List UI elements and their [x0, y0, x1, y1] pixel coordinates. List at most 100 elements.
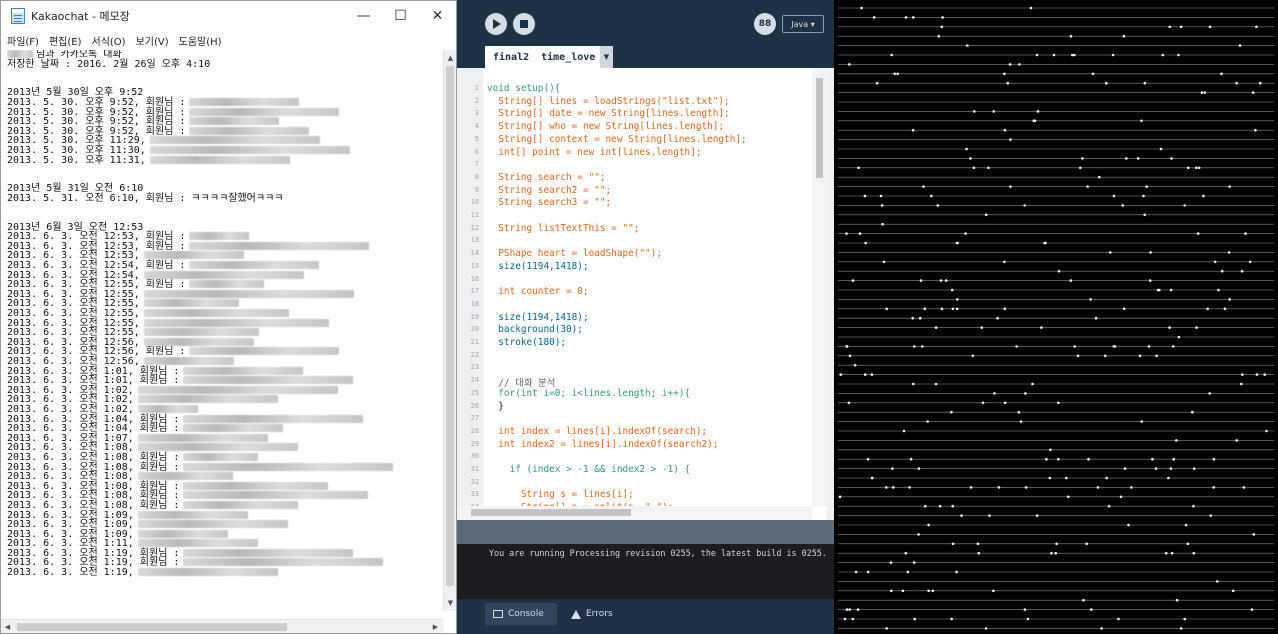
menu-edit[interactable]: 편집(E) — [49, 33, 82, 48]
line-number: 32 — [470, 477, 479, 486]
dot-mark — [890, 53, 893, 57]
dot-mark — [924, 504, 927, 508]
editor-vertical-scroll-thumb[interactable] — [816, 78, 823, 178]
sketch-canvas — [838, 6, 1274, 630]
dot-mark — [851, 617, 855, 621]
code-editor[interactable]: 1 2 3 4 5 6 7 8 9 10 11 12 13 14 15 16 17 18 19 20 21 22 23 24 2… — [457, 68, 827, 520]
dot-mark — [890, 589, 893, 593]
menu-help[interactable]: 도움말(H) — [179, 33, 222, 48]
menu-format[interactable]: 서식(O) — [92, 33, 126, 48]
dot-mark — [934, 382, 938, 386]
line-number: 24 — [470, 376, 479, 385]
dot-mark — [1200, 91, 1204, 94]
dot-mark — [856, 608, 860, 611]
menu-file[interactable]: 파일(F) — [7, 33, 39, 48]
tab-label-time-love[interactable]: time_love — [541, 52, 595, 63]
dot-mark — [921, 345, 924, 348]
dot-mark — [940, 25, 944, 29]
notepad-horizontal-scroll-thumb[interactable] — [17, 623, 287, 631]
tab-menu-arrow-icon[interactable]: ▼ — [600, 46, 613, 68]
notepad-titlebar[interactable]: Kakaochat - 메모장 — ☐ ✕ — [1, 1, 456, 31]
dot-mark — [911, 316, 914, 320]
code-line: size(1194,1418); — [487, 311, 589, 323]
sketch-output-window — [834, 0, 1278, 634]
dot-mark — [950, 617, 953, 621]
editor-vertical-scrollbar[interactable] — [812, 68, 827, 506]
dot-mark — [1172, 457, 1175, 461]
dot-mark — [965, 147, 968, 151]
redacted-message — [137, 385, 338, 394]
dot-mark — [1069, 279, 1073, 282]
code-line: int[] point = new int[lines.length]; — [487, 146, 702, 158]
stop-button[interactable] — [513, 13, 535, 35]
close-button[interactable]: ✕ — [419, 1, 456, 31]
tab-console[interactable]: Console — [485, 603, 557, 625]
menu-view[interactable]: 보기(V) — [136, 33, 169, 48]
dot-mark — [843, 617, 847, 621]
redacted-message — [189, 97, 300, 106]
dot-mark — [1127, 523, 1130, 527]
dot-mark — [980, 326, 983, 329]
notepad-horizontal-scrollbar[interactable]: ◀ ▶ — [1, 619, 443, 633]
editor-horizontal-scrollbar[interactable] — [457, 506, 812, 520]
dot-mark — [992, 589, 995, 593]
dot-mark — [1170, 551, 1174, 555]
tab-final2[interactable]: final2 time_love — [485, 46, 610, 68]
line-number: 16 — [470, 274, 479, 283]
redacted-message — [137, 472, 233, 481]
notepad-vertical-scrollbar[interactable]: ▲ ▼ — [443, 50, 456, 611]
line-number: 11 — [470, 211, 479, 219]
dot-mark — [1213, 260, 1217, 264]
dot-mark — [879, 194, 883, 198]
minimize-button[interactable]: — — [345, 1, 382, 31]
dot-mark — [951, 542, 955, 546]
dot-mark — [1019, 420, 1023, 423]
mode-selector[interactable]: Java ▾ — [782, 15, 824, 33]
notepad-icon — [11, 8, 25, 24]
dot-mark — [1186, 542, 1190, 546]
code-line: String[] context = new String[lines.leng… — [487, 133, 747, 145]
dot-mark — [901, 589, 905, 593]
dot-mark — [1192, 551, 1196, 555]
editor-horizontal-scroll-thumb[interactable] — [471, 509, 631, 516]
dot-mark — [1098, 175, 1101, 179]
dot-mark — [1252, 533, 1256, 536]
code-line: String listTextThis = ""; — [487, 222, 640, 234]
chat-message-line: 2013. 6. 3. 오전 1:19, — [7, 568, 443, 578]
dot-mark — [1183, 617, 1186, 621]
dot-mark — [892, 486, 895, 489]
dot-mark — [993, 392, 996, 395]
dot-mark — [1206, 307, 1209, 311]
line-number: 7 — [474, 160, 479, 169]
debugger-button[interactable]: 88 — [754, 13, 776, 35]
dot-mark — [1122, 307, 1126, 311]
dot-mark — [1240, 269, 1244, 273]
desktop: Kakaochat - 메모장 — ☐ ✕ 파일(F) 편집(E) 서식(O) … — [0, 0, 1278, 634]
scroll-down-icon[interactable]: ▼ — [444, 596, 457, 610]
dot-mark — [1100, 627, 1103, 630]
dot-mark — [1003, 128, 1007, 132]
tab-errors[interactable]: Errors — [565, 603, 635, 625]
notepad-vertical-scroll-thumb[interactable] — [446, 66, 454, 586]
dot-mark — [845, 608, 849, 611]
line-number: 9 — [474, 185, 479, 194]
dot-mark — [972, 166, 976, 170]
dot-mark — [1040, 326, 1043, 329]
redacted-message — [189, 347, 340, 356]
code-line: stroke(180); — [487, 337, 567, 348]
scroll-right-icon[interactable]: ▶ — [429, 620, 442, 634]
notepad-text-area[interactable]: 님과 카카오톡 대화 저장한 날짜 : 2016. 2월 26일 오후 4:10 2… — [7, 50, 443, 611]
dot-mark — [872, 16, 876, 19]
dot-mark — [1212, 457, 1216, 461]
dot-mark — [1169, 467, 1173, 470]
dot-mark — [1220, 72, 1223, 76]
maximize-button[interactable]: ☐ — [382, 1, 419, 31]
dot-mark — [1202, 194, 1205, 198]
console-panel[interactable]: You are running Processing revision 0255… — [457, 544, 834, 599]
warning-icon — [571, 609, 581, 619]
scroll-up-icon[interactable]: ▲ — [444, 51, 457, 65]
dot-mark — [1057, 457, 1060, 461]
scroll-left-icon[interactable]: ◀ — [1, 620, 14, 634]
run-button[interactable] — [485, 13, 507, 35]
